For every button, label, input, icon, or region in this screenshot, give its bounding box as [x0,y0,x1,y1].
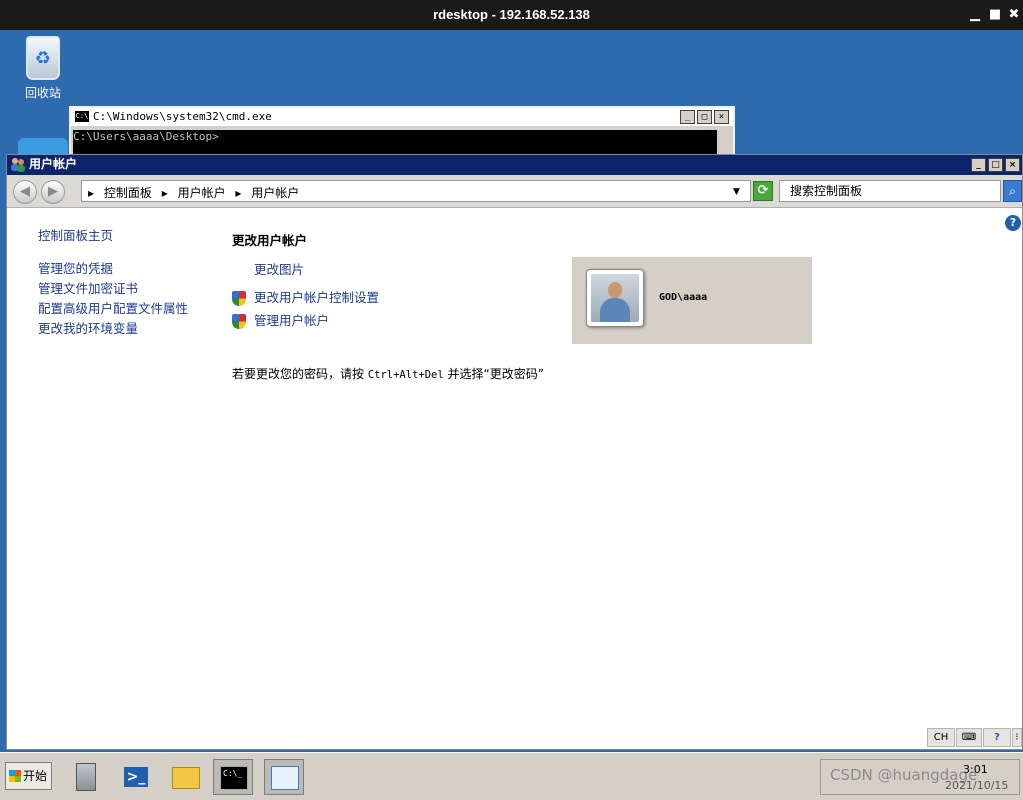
task-label: 更改用户帐户控制设置 [254,290,380,305]
users-icon [11,158,25,172]
cmd-title: C:\Windows\system32\cmd.exe [93,110,272,123]
window-maximize-button[interactable]: □ [988,158,1003,172]
help-icon[interactable]: ? [1005,215,1021,231]
server-manager-button[interactable] [66,759,106,795]
window-close-button[interactable]: × [1005,158,1020,172]
server-manager-icon [76,763,96,791]
window-title-bar[interactable]: 用户帐户 _ □ × [7,155,1022,175]
change-picture-link[interactable]: 更改图片 [232,261,304,281]
cmd-title-bar[interactable]: C:\ C:\Windows\system32\cmd.exe _ □ × [71,108,733,126]
rdp-close-button[interactable]: ✖ [1005,6,1023,24]
tray-options-icon[interactable]: ⁝ [1012,728,1022,747]
uac-shield-icon [232,314,246,329]
cmd-taskbar-button[interactable]: C:\_ [213,759,253,795]
task-label: 更改图片 [254,262,305,277]
password-note: 若要更改您的密码，请按 Ctrl+Alt+Del 并选择“更改密码” [232,365,544,382]
advanced-profile-properties-link[interactable]: 配置高级用户配置文件属性 [38,300,188,320]
manage-encryption-certificates-link[interactable]: 管理文件加密证书 [38,280,188,300]
remote-desktop: 回收站 C:\ C:\Windows\system32\cmd.exe _ □ … [0,30,1023,800]
breadcrumb-item[interactable]: 用户帐户 [178,186,226,200]
windows-flag-icon [9,770,21,782]
window-status-strip: CH ⌨ ? ⁝ [7,725,1022,749]
start-label: 开始 [23,769,48,783]
address-bar[interactable]: ▸ 控制面板 ▸ 用户帐户 ▸ 用户帐户 [81,180,751,202]
keyboard-icon[interactable]: ⌨ [956,728,982,747]
refresh-button[interactable]: ⟳ [753,181,773,201]
powershell-icon: >_ [124,767,148,787]
cmd-maximize-button[interactable]: □ [697,110,712,124]
note-suffix: 并选择“更改密码” [443,367,544,381]
help-tray-icon[interactable]: ? [983,728,1011,747]
main-heading: 更改用户帐户 [232,233,308,248]
language-indicator[interactable]: CH [927,728,955,747]
user-account-card: GOD\aaaa [572,257,812,344]
control-panel-home-link[interactable]: 控制面板主页 [38,225,113,244]
recycle-bin-label: 回收站 [24,86,61,100]
manage-credentials-link[interactable]: 管理您的凭据 [38,260,188,280]
cmd-close-button[interactable]: × [714,110,729,124]
recycle-bin-icon [26,36,60,80]
manage-accounts-link[interactable]: 管理用户帐户 [232,312,329,332]
breadcrumb-separator[interactable]: ▸ [162,186,168,200]
window-title: 用户帐户 [29,157,78,171]
breadcrumb-item[interactable]: 用户帐户 [251,186,299,200]
uac-settings-link[interactable]: 更改用户帐户控制设置 [232,289,379,309]
task-label: 管理用户帐户 [254,313,330,328]
rdp-maximize-button[interactable]: ■ [986,6,1004,24]
powershell-button[interactable]: >_ [116,759,156,795]
rdesktop-title-bar: rdesktop - 192.168.52.138 ▁ ■ ✖ [0,0,1023,30]
breadcrumb-item[interactable]: 控制面板 [104,186,152,200]
navigation-bar: ◀ ▶ ▸ 控制面板 ▸ 用户帐户 ▸ 用户帐户 ▼ ⟳ 搜索控制面板 ⌕ [7,175,1022,208]
rdesktop-title: rdesktop - 192.168.52.138 [433,7,590,22]
search-icon[interactable]: ⌕ [1003,180,1022,202]
cmd-icon: C:\_ [220,766,248,790]
cmd-minimize-button[interactable]: _ [680,110,695,124]
watermark: CSDN @huangdage [830,766,978,784]
start-button[interactable]: 开始 [5,762,52,790]
environment-variables-link[interactable]: 更改我的环境变量 [38,320,188,340]
forward-button[interactable]: ▶ [41,180,65,204]
note-prefix: 若要更改您的密码，请按 [232,367,368,381]
window-minimize-button[interactable]: _ [971,158,986,172]
uac-shield-icon [232,291,246,306]
rdp-minimize-button[interactable]: ▁ [966,6,984,24]
back-button[interactable]: ◀ [13,180,37,204]
recycle-bin-shortcut[interactable]: 回收站 [18,36,68,101]
explorer-button[interactable] [166,759,206,795]
user-name: GOD\aaaa [659,292,708,303]
control-panel-taskbar-button[interactable] [264,759,304,795]
breadcrumb: ▸ 控制面板 ▸ 用户帐户 ▸ 用户帐户 [88,184,305,201]
breadcrumb-separator[interactable]: ▸ [88,186,94,200]
address-dropdown-icon[interactable]: ▼ [733,187,740,197]
left-task-list: 管理您的凭据 管理文件加密证书 配置高级用户配置文件属性 更改我的环境变量 [38,260,188,340]
note-keys: Ctrl+Alt+Del [367,369,444,381]
user-avatar [586,269,644,327]
control-panel-icon [271,766,299,790]
cmd-icon: C:\ [75,111,89,122]
search-input[interactable]: 搜索控制面板 [779,180,1001,202]
user-accounts-window: 用户帐户 _ □ × ◀ ▶ ▸ 控制面板 ▸ 用户帐户 ▸ 用户帐户 ▼ ⟳ … [6,154,1023,750]
breadcrumb-separator[interactable]: ▸ [235,186,241,200]
folder-icon [172,767,200,789]
